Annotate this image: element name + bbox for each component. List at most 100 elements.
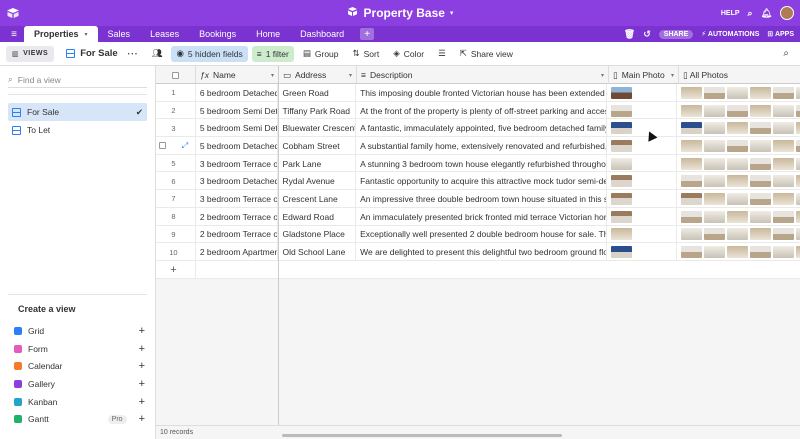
photo-thumbnail[interactable] — [795, 104, 800, 117]
photo-thumbnail[interactable] — [703, 246, 725, 259]
table-row[interactable]: 3 5 bedroom Semi Det... Bluewater Crescent… — [156, 119, 800, 138]
group-button[interactable]: ▤ Group — [298, 46, 344, 62]
main-photo-cell[interactable] — [607, 154, 677, 173]
main-photo-cell[interactable] — [607, 190, 677, 208]
create-gallery-view[interactable]: Gallery + — [14, 375, 145, 393]
photo-thumbnail[interactable] — [726, 246, 748, 259]
photo-thumbnail[interactable] — [703, 86, 725, 99]
search-icon[interactable]: ⌕ — [778, 46, 794, 62]
sort-button[interactable]: ⇅ Sort — [348, 46, 385, 62]
description-cell[interactable]: At the front of the property is plenty o… — [356, 101, 607, 120]
table-row[interactable]: 10 2 bedroom Apartmen... Old School Lane We… — [156, 243, 800, 261]
photo-thumbnail[interactable] — [772, 175, 794, 188]
row-number-cell[interactable]: 2 — [156, 101, 196, 120]
photo-thumbnail[interactable] — [610, 210, 632, 223]
photo-thumbnail[interactable] — [772, 122, 794, 135]
find-view-input[interactable]: Find a view — [18, 75, 61, 85]
name-cell[interactable]: 5 bedroom Detached... — [196, 137, 279, 155]
avatar[interactable] — [780, 6, 794, 20]
main-photo-cell[interactable] — [607, 207, 677, 226]
all-photos-cell[interactable] — [677, 243, 800, 261]
select-all-checkbox-cell[interactable] — [156, 66, 196, 84]
photo-thumbnail[interactable] — [772, 192, 794, 205]
photo-thumbnail[interactable] — [680, 246, 702, 259]
all-photos-cell[interactable] — [677, 226, 800, 244]
address-cell[interactable]: Old School Lane — [278, 243, 357, 261]
photo-thumbnail[interactable] — [680, 192, 702, 205]
photo-thumbnail[interactable] — [749, 139, 771, 152]
checkbox[interactable] — [158, 142, 166, 150]
row-number-cell[interactable]: 8 — [156, 207, 196, 226]
checkbox[interactable] — [172, 71, 179, 79]
description-cell[interactable]: This imposing double fronted Victorian h… — [356, 84, 607, 102]
photo-thumbnail[interactable] — [610, 192, 632, 205]
row-number-cell[interactable]: 10 — [156, 243, 196, 261]
sidebar-view-for-sale[interactable]: For Sale ✔ — [8, 103, 147, 121]
photo-thumbnail[interactable] — [749, 86, 771, 99]
row-number-cell[interactable]: ⤢ — [156, 137, 196, 155]
description-cell[interactable]: A stunning 3 bedroom town house elegantl… — [356, 154, 607, 173]
photo-thumbnail[interactable] — [610, 157, 632, 170]
sidebar-view-to-let[interactable]: To Let — [8, 121, 147, 139]
photo-thumbnail[interactable] — [726, 192, 748, 205]
main-photo-cell[interactable] — [607, 84, 677, 102]
photo-thumbnail[interactable] — [726, 157, 748, 170]
chevron-down-icon[interactable]: ▾ — [450, 9, 454, 17]
address-cell[interactable]: Gladstone Place — [278, 225, 357, 244]
table-row[interactable]: 2 5 bedroom Semi Det... Tiffany Park Road A… — [156, 101, 800, 120]
all-photos-cell[interactable] — [677, 84, 800, 102]
main-photo-cell[interactable] — [607, 119, 677, 138]
photo-thumbnail[interactable] — [610, 228, 632, 241]
photo-thumbnail[interactable] — [795, 210, 800, 223]
main-photo-cell[interactable] — [607, 225, 677, 244]
table-row[interactable]: 1 6 bedroom Detached... Green Road This imp… — [156, 84, 800, 102]
search-icon[interactable]: ⌕ — [748, 8, 753, 19]
hide-fields-button[interactable]: ◉ 5 hidden fields — [171, 45, 248, 62]
photo-thumbnail[interactable] — [680, 86, 702, 99]
column-header-all-photos[interactable]: ▯ All Photos — [679, 66, 799, 84]
photo-thumbnail[interactable] — [726, 210, 748, 223]
views-toggle-button[interactable]: ▥ VIEWS — [6, 45, 55, 62]
find-view-field[interactable]: ⌕ Find a view — [8, 72, 147, 88]
photo-thumbnail[interactable] — [772, 104, 794, 117]
address-cell[interactable]: Edward Road — [278, 207, 357, 226]
column-header-description[interactable]: ≡ Description ▾ — [357, 66, 609, 84]
view-options-icon[interactable]: ⋯ — [122, 46, 143, 62]
photo-thumbnail[interactable] — [680, 104, 702, 117]
chevron-down-icon[interactable]: ▾ — [601, 72, 604, 79]
photo-thumbnail[interactable] — [703, 122, 725, 135]
row-number-cell[interactable]: 3 — [156, 119, 196, 138]
description-cell[interactable]: We are delighted to present this delight… — [356, 243, 607, 261]
chevron-down-icon[interactable]: ▾ — [85, 31, 88, 38]
expand-record-icon[interactable]: ⤢ — [182, 141, 188, 151]
create-kanban-view[interactable]: Kanban + — [14, 393, 145, 411]
chevron-down-icon[interactable]: ▾ — [671, 72, 674, 79]
photo-thumbnail[interactable] — [726, 122, 748, 135]
create-grid-view[interactable]: Grid + — [14, 322, 145, 340]
photo-thumbnail[interactable] — [703, 175, 725, 188]
all-photos-cell[interactable] — [677, 172, 800, 190]
filter-button[interactable]: ≡ 1 filter — [251, 45, 294, 62]
row-number-cell[interactable]: 1 — [156, 84, 196, 102]
current-view-selector[interactable]: For Sale — [66, 48, 118, 59]
share-view-button[interactable]: ⇱ Share view — [455, 46, 518, 62]
plus-icon[interactable]: + — [139, 325, 145, 337]
hamburger-menu-icon[interactable]: ≡ — [4, 26, 24, 42]
address-cell[interactable]: Crescent Lane — [278, 190, 357, 208]
photo-thumbnail[interactable] — [795, 122, 800, 135]
name-cell[interactable]: 3 bedroom Detached... — [196, 172, 279, 191]
photo-thumbnail[interactable] — [610, 246, 632, 259]
plus-icon[interactable]: + — [139, 413, 145, 425]
photo-thumbnail[interactable] — [680, 122, 702, 135]
row-number-cell[interactable]: 9 — [156, 225, 196, 244]
photo-thumbnail[interactable] — [749, 122, 771, 135]
address-cell[interactable]: Rydal Avenue — [278, 172, 357, 191]
tab-sales[interactable]: Sales — [98, 26, 141, 42]
name-cell[interactable]: 6 bedroom Detached... — [196, 84, 279, 102]
all-photos-cell[interactable] — [677, 137, 800, 155]
chevron-down-icon[interactable]: ▾ — [349, 72, 352, 79]
name-cell[interactable]: 2 bedroom Apartmen... — [196, 243, 279, 261]
photo-thumbnail[interactable] — [772, 210, 794, 223]
photo-thumbnail[interactable] — [772, 139, 794, 152]
chevron-down-icon[interactable]: ▾ — [271, 72, 274, 79]
